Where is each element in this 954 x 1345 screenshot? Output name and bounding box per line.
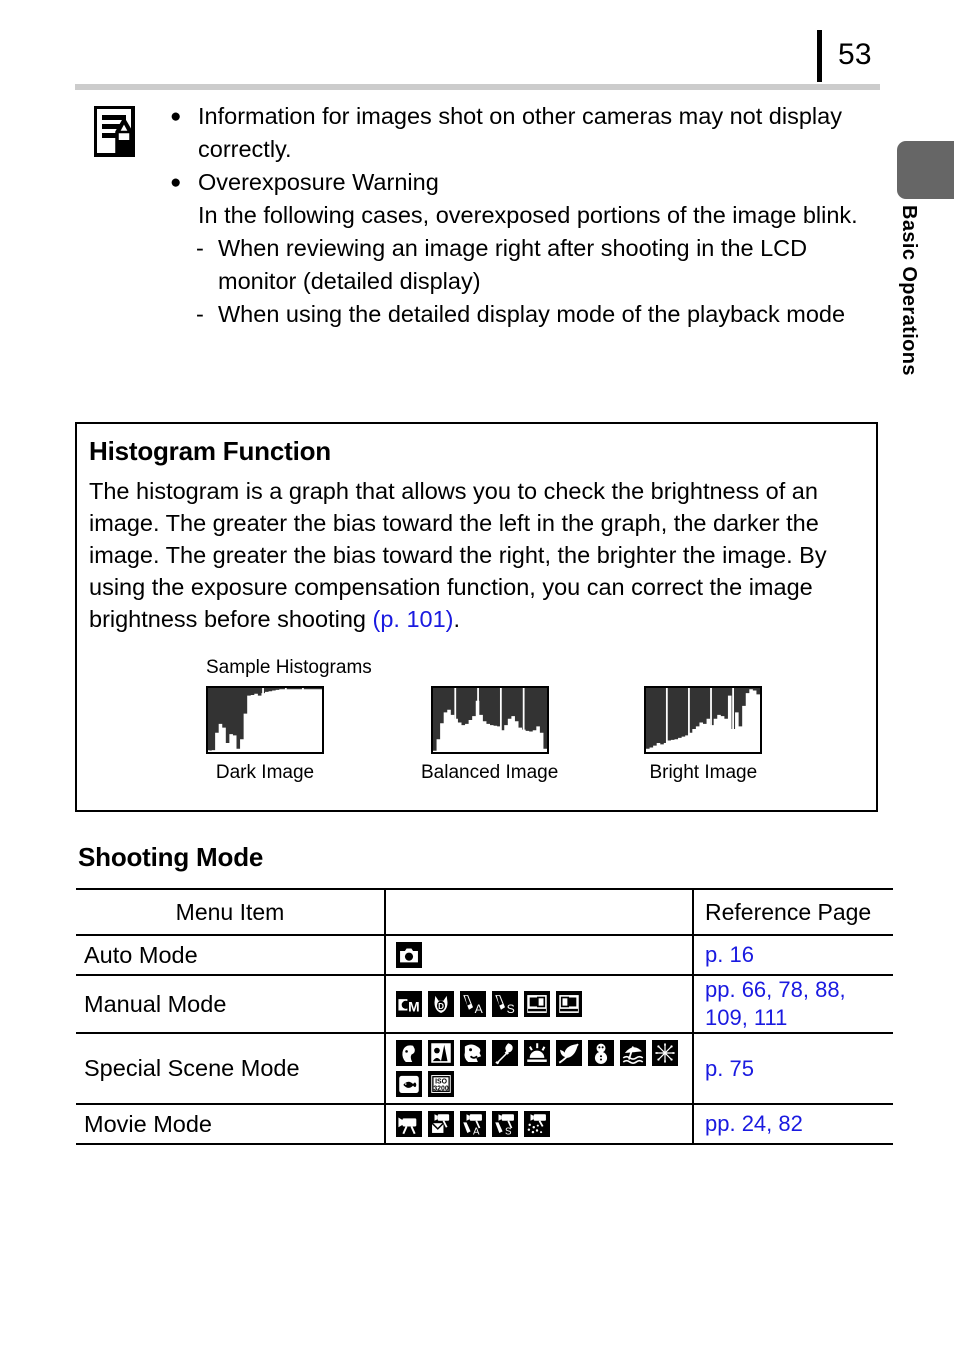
- note-list: ● Information for images shot on other c…: [168, 100, 880, 331]
- sunset-icon: [524, 1040, 550, 1066]
- snow-icon: [588, 1040, 614, 1066]
- table-row: Auto Mode p. 16: [76, 934, 893, 976]
- fireworks-icon: [652, 1040, 678, 1066]
- icon-group: ISO 3200: [396, 1040, 692, 1097]
- note-sub-list: - When reviewing an image right after sh…: [196, 232, 880, 331]
- bullet-glyph: ●: [170, 106, 182, 127]
- note-pencil-icon: [94, 106, 135, 157]
- histogram-chart-bright: [644, 686, 763, 754]
- cell-menu-item: Manual Mode: [76, 974, 386, 1034]
- chapter-tab-label: Basic Operations: [898, 205, 920, 376]
- bullet-glyph: ●: [170, 172, 182, 193]
- cell-mode-icons: M D A S: [385, 974, 694, 1034]
- svg-text:A: A: [475, 1002, 484, 1016]
- icon-group: A S: [396, 1111, 692, 1137]
- color-swap-s-icon: S: [492, 991, 518, 1017]
- shooting-mode-heading: Shooting Mode: [78, 842, 264, 872]
- svg-text:D: D: [438, 1002, 444, 1011]
- sample-histograms-caption: Sample Histograms: [206, 657, 372, 678]
- shooting-mode-table: Menu Item Reference Page Auto Mode p. 16: [76, 888, 893, 1145]
- movie-color-accent-icon: A: [460, 1111, 486, 1137]
- histogram-function-title: Histogram Function: [89, 436, 331, 466]
- note-item-continuation: In the following cases, overexposed port…: [198, 202, 858, 228]
- histogram-function-paragraph: The histogram is a graph that allows you…: [89, 475, 864, 635]
- cell-menu-item: Auto Mode: [76, 934, 386, 976]
- kids-and-pets-icon: [460, 1040, 486, 1066]
- portrait-icon: [396, 1040, 422, 1066]
- icon-group: [396, 942, 692, 968]
- histogram-sample-dark: Dark Image: [206, 686, 324, 784]
- note-sub-item-text: When reviewing an image right after shoo…: [218, 235, 808, 294]
- cell-mode-icons: A S: [385, 1103, 694, 1145]
- table-row: Special Scene Mode ISO 3200 p. 75: [76, 1032, 893, 1105]
- svg-text:M: M: [408, 998, 420, 1014]
- beach-icon: [620, 1040, 646, 1066]
- icon-group: M D A S: [396, 991, 692, 1017]
- histogram-label-bright: Bright Image: [649, 762, 758, 783]
- manual-camera-m-icon: M: [396, 991, 422, 1017]
- note-item: ● Information for images shot on other c…: [168, 100, 880, 166]
- cell-reference-page[interactable]: p. 16: [693, 934, 893, 976]
- histogram-label-balanced: Balanced Image: [421, 762, 559, 783]
- note-sub-item: - When using the detailed display mode o…: [196, 298, 880, 331]
- cell-mode-icons: [385, 934, 694, 976]
- note-block: ● Information for images shot on other c…: [75, 84, 880, 331]
- svg-text:S: S: [505, 1127, 512, 1137]
- page-number-rule: [817, 30, 822, 82]
- movie-color-swap-icon: S: [492, 1111, 518, 1137]
- note-body: ● Information for images shot on other c…: [75, 90, 880, 331]
- column-header-reference-page: Reference Page: [693, 888, 893, 936]
- cell-reference-page[interactable]: pp. 24, 82: [693, 1103, 893, 1145]
- svg-text:A: A: [473, 1127, 480, 1137]
- svg-text:3200: 3200: [433, 1086, 448, 1093]
- histogram-chart-balanced: [430, 686, 549, 754]
- aquarium-icon: [396, 1071, 422, 1097]
- histogram-label-dark: Dark Image: [215, 762, 315, 783]
- page-reference-link[interactable]: (p. 101): [373, 606, 454, 632]
- dash-glyph: -: [196, 301, 204, 327]
- auto-camera-icon: [396, 942, 422, 968]
- night-snapshot-icon: [428, 1040, 454, 1066]
- stitch-assist-left-icon: [524, 991, 550, 1017]
- note-item-text: Overexposure Warning: [198, 169, 439, 195]
- indoor-icon: [492, 1040, 518, 1066]
- iso-3200-icon: ISO 3200: [428, 1071, 454, 1097]
- svg-text:S: S: [507, 1002, 515, 1016]
- column-header-icons: [385, 888, 694, 936]
- table-row: Movie Mode A S pp. 24, 82: [76, 1103, 893, 1145]
- cell-menu-item: Special Scene Mode: [76, 1032, 386, 1105]
- note-sub-item: - When reviewing an image right after sh…: [196, 232, 880, 298]
- chapter-tab-marker: [897, 141, 954, 199]
- table-row: Manual Mode M D A S pp. 66, 78, 88, 109,…: [76, 974, 893, 1034]
- movie-standard-icon: [396, 1111, 422, 1137]
- movie-compact-icon: [428, 1111, 454, 1137]
- cell-reference-page[interactable]: pp. 66, 78, 88, 109, 111: [693, 974, 893, 1034]
- dash-glyph: -: [196, 235, 204, 261]
- stitch-assist-right-icon: [556, 991, 582, 1017]
- page-header: 53: [0, 18, 954, 82]
- movie-time-lapse-icon: [524, 1111, 550, 1137]
- note-sub-item-text: When using the detailed display mode of …: [218, 301, 846, 327]
- cell-menu-item: Movie Mode: [76, 1103, 386, 1145]
- note-item-text: Information for images shot on other cam…: [198, 103, 842, 162]
- cell-reference-page[interactable]: p. 75: [693, 1032, 893, 1105]
- histogram-function-box: Histogram Function The histogram is a gr…: [75, 422, 878, 812]
- histogram-sample-balanced: Balanced Image: [421, 686, 558, 784]
- cell-mode-icons: ISO 3200: [385, 1032, 694, 1105]
- digital-macro-icon: D: [428, 991, 454, 1017]
- table-header-row: Menu Item Reference Page: [76, 888, 893, 936]
- histogram-sample-bright: Bright Image: [644, 686, 763, 784]
- histogram-chart-dark: [206, 686, 324, 754]
- foliage-icon: [556, 1040, 582, 1066]
- page-number: 53: [838, 38, 872, 71]
- sample-histograms-row: Dark Image Balanced Image Bright Image: [77, 686, 876, 784]
- column-header-menu-item: Menu Item: [76, 888, 386, 936]
- paragraph-text-part2: .: [453, 606, 461, 632]
- color-accent-a-icon: A: [460, 991, 486, 1017]
- svg-text:ISO: ISO: [435, 1079, 448, 1086]
- note-item: ● Overexposure Warning In the following …: [168, 166, 880, 331]
